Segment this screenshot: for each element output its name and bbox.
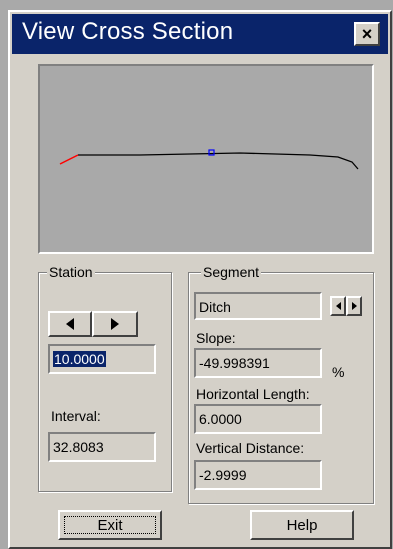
- exit-label: Exit: [97, 516, 123, 534]
- slope-label: Slope:: [196, 330, 236, 346]
- vertical-distance-label: Vertical Distance:: [196, 440, 305, 456]
- cross-section-plot: [59, 149, 359, 170]
- window-title: View Cross Section: [22, 18, 234, 45]
- triangle-left-icon: [66, 318, 74, 330]
- previous-segment-button[interactable]: [330, 296, 346, 316]
- segment-group-label: Segment: [201, 264, 262, 280]
- slope-value: -49.998391: [199, 355, 270, 371]
- title-bar: View Cross Section ×: [12, 14, 388, 54]
- profile-line: [78, 152, 359, 170]
- cross-section-view: [38, 64, 374, 254]
- help-label: Help: [286, 516, 318, 534]
- help-button[interactable]: Help: [250, 510, 354, 540]
- vertical-distance-value: -2.9999: [199, 467, 247, 483]
- vertical-distance-input[interactable]: -2.9999: [194, 460, 322, 490]
- interval-input[interactable]: 32.8083: [48, 432, 156, 462]
- station-input[interactable]: 10.0000: [48, 344, 156, 374]
- close-icon: ×: [361, 24, 373, 44]
- slope-input[interactable]: -49.998391: [194, 348, 322, 378]
- previous-station-button[interactable]: [48, 311, 92, 337]
- interval-label: Interval:: [51, 408, 101, 424]
- next-segment-button[interactable]: [346, 296, 362, 316]
- exit-button[interactable]: Exit: [58, 510, 162, 540]
- segment-name-field[interactable]: Ditch: [194, 292, 322, 320]
- station-group-label: Station: [47, 264, 95, 280]
- triangle-left-icon: [335, 302, 341, 310]
- slope-unit: %: [332, 364, 345, 380]
- next-station-button[interactable]: [92, 311, 138, 337]
- segment-name: Ditch: [199, 299, 231, 315]
- horizontal-length-input[interactable]: 6.0000: [194, 404, 322, 434]
- station-value: 10.0000: [53, 351, 106, 367]
- triangle-right-icon: [351, 302, 357, 310]
- horizontal-length-value: 6.0000: [199, 411, 242, 427]
- close-button[interactable]: ×: [354, 22, 380, 46]
- interval-value: 32.8083: [53, 439, 104, 455]
- triangle-right-icon: [111, 318, 119, 330]
- cross-section-dialog: View Cross Section × Station 10.0000 Int…: [8, 10, 392, 549]
- ditch-segment-highlight: [59, 154, 79, 165]
- horizontal-length-label: Horizontal Length:: [196, 386, 310, 402]
